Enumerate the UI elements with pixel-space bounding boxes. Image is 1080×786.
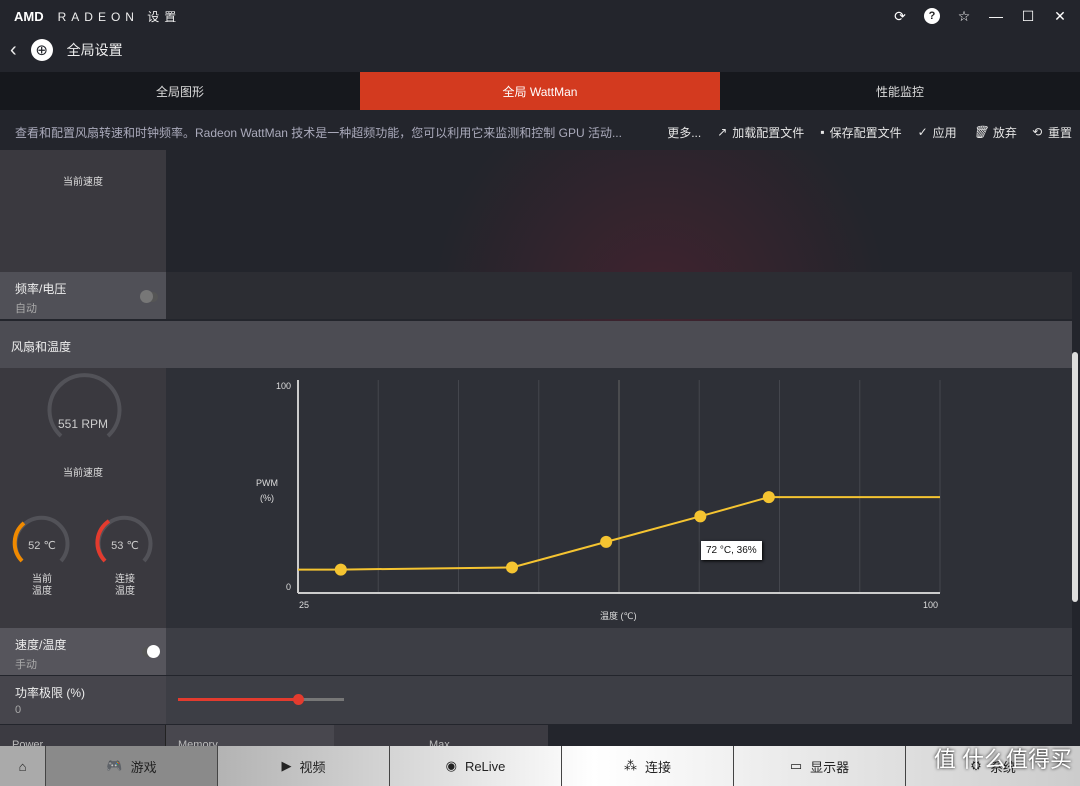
curve-point[interactable] — [762, 491, 775, 504]
amd-logo: AMD — [14, 8, 44, 24]
temp2-value: 53 ℃ — [111, 540, 139, 552]
temp2-label: 连接 温度 — [115, 574, 135, 597]
freq-voltage-toggle[interactable] — [140, 290, 158, 303]
temp1-value: 52 ℃ — [28, 540, 56, 552]
x-axis-label: 温度 (℃) — [600, 611, 637, 621]
save-icon: ▪ — [820, 125, 825, 139]
fan-curve-svg[interactable] — [166, 368, 1072, 628]
play-icon: ▶ — [281, 758, 292, 773]
fan-temp-title: 风扇和温度 — [11, 340, 72, 354]
freq-voltage-label: 频率/电压 — [15, 282, 67, 296]
description: 查看和配置风扇转速和时钟频率。Radeon WattMan 技术是一种超频功能，… — [15, 125, 622, 140]
lower-tab-power[interactable]: Power — [0, 725, 166, 746]
x-tick-25: 25 — [299, 600, 310, 610]
speed-temp-mode: 手动 — [15, 659, 37, 671]
apply-button[interactable]: ✓ 应用 — [918, 124, 957, 141]
y-tick-0: 0 — [286, 582, 292, 592]
fan-gauge-panel: 551 RPM 当前速度 52 ℃ 当前 温度 53 ℃ 连接 温度 — [0, 368, 166, 628]
home-icon: ⌂ — [18, 758, 27, 774]
power-limit-label: 功率极限 (%) — [15, 686, 85, 700]
nav-relive[interactable]: ◉ ReLive — [390, 746, 562, 786]
rpm-label: 当前速度 — [63, 468, 103, 479]
title-bar: AMD RADEON 设置 ⟳ ? ☆ — ☐ ✕ — [0, 0, 1080, 32]
fan-temp-section-header: 风扇和温度 — [0, 321, 1072, 368]
refresh-icon[interactable]: ⟳ — [890, 6, 910, 26]
curve-point[interactable] — [694, 510, 707, 523]
power-limit-value: 0 — [15, 704, 22, 716]
speed-temp-label: 速度/温度 — [15, 638, 67, 652]
current-speed-label: 当前速度 — [63, 177, 103, 188]
reset-icon: ⟲ — [1032, 125, 1043, 139]
upper-gauge-panel: 当前速度 — [0, 150, 166, 272]
speed-temp-toggle[interactable] — [142, 645, 160, 658]
curve-point[interactable] — [600, 535, 613, 548]
tab-performance-monitor[interactable]: 性能监控 — [720, 72, 1080, 110]
speed-temp-row: 速度/温度 手动 — [0, 628, 166, 675]
star-icon[interactable]: ☆ — [954, 6, 974, 26]
share-icon: ↗ — [717, 125, 728, 139]
freq-voltage-row: 频率/电压 自动 — [0, 272, 166, 319]
curve-point[interactable] — [506, 561, 518, 574]
close-icon[interactable]: ✕ — [1050, 6, 1070, 26]
maximize-icon[interactable]: ☐ — [1018, 6, 1038, 26]
nav-gaming[interactable]: 🎮 游戏 — [46, 746, 218, 786]
relive-icon: ◉ — [445, 758, 457, 773]
lower-tab-memory[interactable]: Memory — [166, 725, 334, 746]
gamepad-icon: 🎮 — [106, 758, 123, 773]
tab-global-graphics[interactable]: 全局图形 — [0, 72, 360, 110]
more-link[interactable]: 更多... — [667, 124, 701, 141]
watermark: 值 什么值得买 — [933, 747, 1072, 772]
nav-video[interactable]: ▶ 视频 — [218, 746, 390, 786]
rpm-value: 551 RPM — [57, 417, 109, 431]
power-limit-slider[interactable] — [178, 694, 344, 705]
trash-icon: 🗑 — [972, 125, 988, 139]
y-axis-label: PWM (%) — [256, 478, 278, 503]
power-limit-row: 功率极限 (%) 0 — [0, 676, 166, 724]
y-tick-100: 100 — [276, 381, 292, 391]
slider-handle[interactable] — [292, 694, 304, 705]
x-tick-100: 100 — [923, 600, 939, 610]
page-title: 全局设置 — [66, 42, 123, 58]
temp1-label: 当前 温度 — [32, 574, 52, 597]
nav-connect[interactable]: ⁂ 连接 — [562, 746, 734, 786]
minimize-icon[interactable]: — — [986, 6, 1006, 26]
freq-voltage-mode: 自动 — [15, 303, 37, 315]
globe-icon: ⊕ — [30, 39, 53, 61]
point-tooltip: 72 °C, 36% — [701, 541, 762, 560]
lower-tab-max[interactable]: Max — [334, 725, 548, 746]
load-profile-button[interactable]: ↗ 加载配置文件 — [717, 124, 804, 141]
scrollbar[interactable] — [1072, 352, 1078, 602]
discard-button[interactable]: 🗑 放弃 — [973, 124, 1017, 141]
curve-point[interactable] — [334, 563, 347, 576]
back-button[interactable]: ‹ — [10, 39, 17, 62]
connect-icon: ⁂ — [623, 758, 637, 773]
monitor-icon: ▭ — [789, 758, 803, 773]
bottom-nav: ⌂ 🎮 游戏 ▶ 视频 ◉ ReLive ⁂ 连接 ▭ 显示器 ⚙ 系统 — [0, 746, 1080, 786]
save-profile-button[interactable]: ▪ 保存配置文件 — [820, 124, 901, 141]
tab-global-wattman[interactable]: 全局 WattMan — [360, 72, 720, 110]
reset-button[interactable]: ⟲ 重置 — [1033, 124, 1072, 141]
check-icon: ✓ — [917, 125, 928, 139]
nav-display[interactable]: ▭ 显示器 — [734, 746, 906, 786]
home-button[interactable]: ⌂ — [0, 746, 46, 786]
fan-curve-chart: PWM (%) 100 0 25 100 温度 (℃) 72 °C, 36% — [166, 368, 1072, 628]
app-title: RADEON 设置 — [57, 9, 182, 24]
help-icon[interactable]: ? — [922, 6, 942, 26]
